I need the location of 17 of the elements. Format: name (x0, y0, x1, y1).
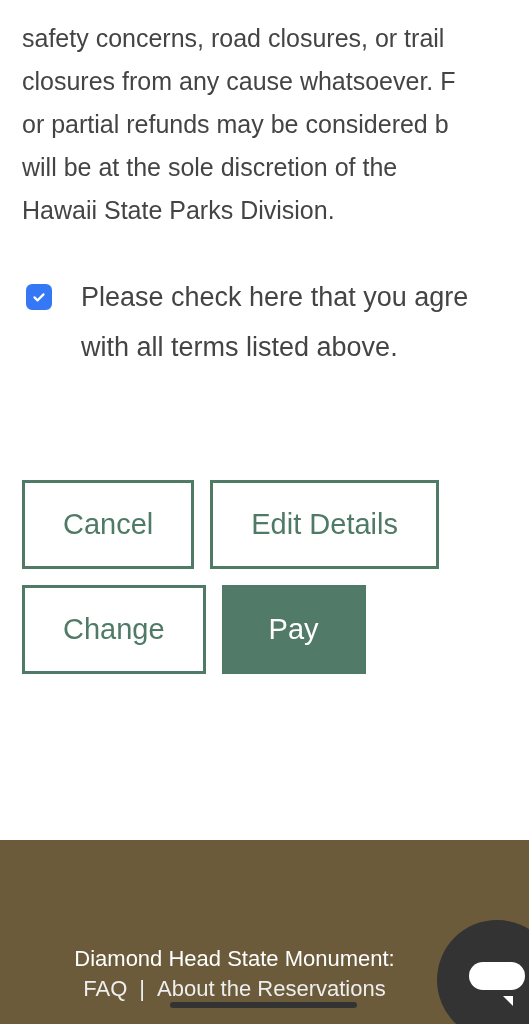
agreement-text: Please check here that you agre (81, 281, 469, 314)
action-button[interactable]: Change (22, 585, 206, 674)
footer-link[interactable]: FAQ (83, 974, 128, 1004)
terms-text: safety concerns, road closures, or trail (22, 23, 446, 54)
terms-text: closures from any cause whatsoever. F (22, 66, 457, 97)
footer-title: Diamond Head State Monument: (74, 945, 395, 973)
terms-text: Hawaii State Parks Division. (22, 195, 336, 226)
agree-checkbox[interactable] (26, 284, 52, 310)
action-button[interactable]: Cancel (22, 480, 195, 569)
agreement-text: with all terms listed above. (81, 331, 399, 364)
footer-link[interactable]: About the Reservations (157, 974, 386, 1004)
action-button[interactable]: Edit Details (210, 480, 439, 569)
pay-button[interactable]: Pay (221, 585, 366, 674)
separator: | (139, 975, 145, 1003)
terms-text: or partial refunds may be considered b (22, 109, 450, 140)
chat-icon (469, 962, 525, 1006)
terms-text: will be at the sole discretion of the (22, 152, 399, 183)
